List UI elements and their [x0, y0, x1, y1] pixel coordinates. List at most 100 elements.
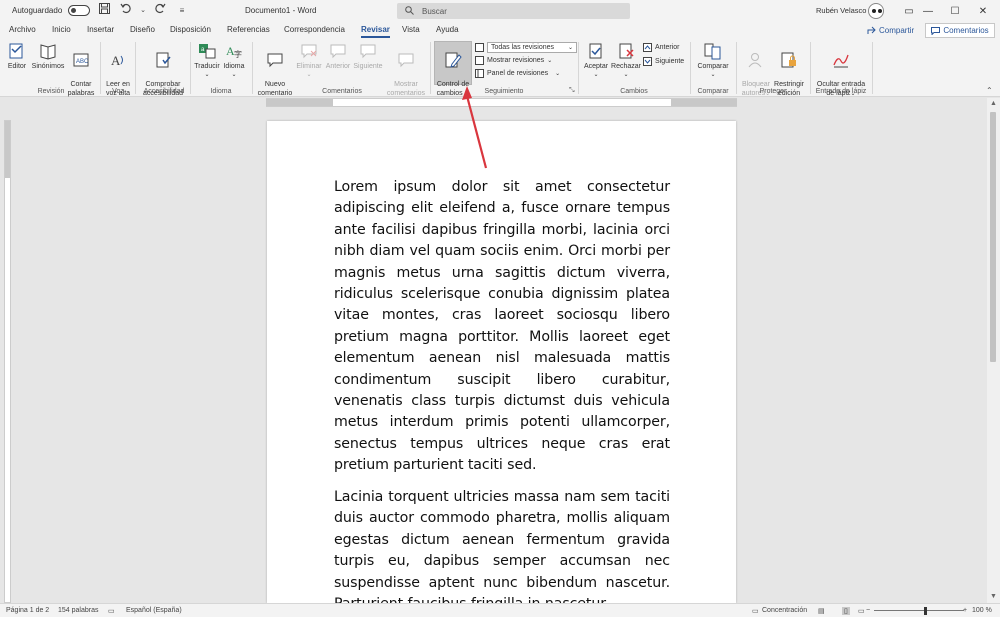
markup-select[interactable]: Todas las revisiones ⌄ — [487, 42, 577, 53]
print-layout-icon[interactable]: ▯ — [842, 607, 850, 615]
close-button[interactable]: ✕ — [968, 0, 998, 22]
document-paragraph[interactable]: Lorem ipsum dolor sit amet consectetur a… — [334, 177, 670, 477]
status-bar: Página 1 de 2 154 palabras ▭ Español (Es… — [0, 603, 1000, 617]
search-box[interactable]: Buscar — [397, 3, 630, 19]
delete-comment-icon — [301, 44, 317, 59]
separator — [252, 42, 253, 94]
compare-icon — [704, 43, 721, 60]
control-cambios-button[interactable]: Control de cambios ⌄ — [434, 41, 472, 97]
document-page[interactable]: Lorem ipsum dolor sit amet consectetur a… — [267, 121, 736, 603]
user-name[interactable]: Rubén Velasco — [816, 6, 866, 15]
page-count[interactable]: Página 1 de 2 — [6, 607, 49, 614]
share-button[interactable]: Compartir — [867, 24, 914, 37]
thesaurus-icon — [40, 44, 56, 60]
maximize-button[interactable]: ☐ — [940, 0, 970, 22]
language-status[interactable]: Español (España) — [126, 607, 182, 614]
autosave-toggle[interactable] — [68, 5, 91, 16]
separator — [736, 42, 737, 94]
web-layout-icon[interactable]: ▭ — [858, 607, 865, 615]
editor-button[interactable]: Editor — [5, 42, 29, 71]
seguimiento-launcher-icon[interactable]: ⤡ — [569, 87, 575, 95]
separator — [100, 42, 101, 94]
traducir-button[interactable]: a Traducir ⌄ — [194, 42, 220, 80]
right-margin-area — [671, 99, 737, 106]
siguiente-comentario-label: Siguiente — [353, 63, 383, 70]
panel-revisiones-button[interactable]: Panel de revisiones ⌄ — [475, 69, 560, 78]
scroll-down-icon[interactable]: ▼ — [987, 591, 1000, 603]
eliminar-label: Eliminar — [296, 63, 322, 70]
document-paragraph[interactable]: Lacinia torquent ultricies massa nam sem… — [334, 487, 670, 603]
collapse-ribbon-icon[interactable]: ⌃ — [986, 86, 993, 95]
markup-dropdown[interactable]: Todas las revisiones ⌄ — [475, 42, 577, 53]
vertical-scrollbar[interactable]: ▲ ▼ — [987, 98, 1000, 603]
previous-change-icon — [643, 43, 652, 52]
minimize-button[interactable]: — — [913, 0, 943, 22]
tab-diseno[interactable]: Diseño — [130, 25, 155, 34]
mostrar-revisiones-label: Mostrar revisiones — [487, 57, 545, 64]
zoom-slider-track[interactable] — [874, 610, 964, 611]
tab-disposicion[interactable]: Disposición — [170, 25, 211, 34]
markup-value: Todas las revisiones — [491, 44, 555, 51]
group-idioma-label: Idioma — [210, 88, 232, 95]
scroll-up-icon[interactable]: ▲ — [987, 98, 1000, 110]
save-icon[interactable] — [96, 3, 112, 17]
siguiente-cambio-button[interactable]: Siguiente — [643, 57, 684, 66]
tab-archivo[interactable]: Archivo — [9, 25, 36, 34]
focus-mode[interactable]: Concentración — [762, 607, 807, 614]
horizontal-ruler[interactable] — [266, 98, 737, 107]
sinonimos-button[interactable]: Sinónimos — [30, 42, 66, 71]
scroll-thumb[interactable] — [990, 112, 996, 362]
comment-icon — [931, 26, 941, 35]
search-placeholder: Buscar — [422, 6, 447, 16]
proofing-icon[interactable]: ▭ — [108, 607, 115, 615]
comments-button[interactable]: Comentarios — [925, 23, 995, 38]
comparar-button[interactable]: Comparar ⌄ — [694, 42, 732, 80]
svg-text:A: A — [111, 53, 121, 68]
tab-revisar[interactable]: Revisar — [361, 25, 390, 38]
focus-icon[interactable]: ▭ — [752, 607, 759, 615]
svg-text:字: 字 — [234, 49, 242, 59]
word-count[interactable]: 154 palabras — [58, 607, 98, 614]
tab-ayuda[interactable]: Ayuda — [436, 25, 459, 34]
tab-correspondencia[interactable]: Correspondencia — [284, 25, 345, 34]
tab-inicio[interactable]: Inicio — [52, 25, 71, 34]
vertical-ruler[interactable] — [4, 120, 11, 603]
anterior-label: Anterior — [655, 44, 680, 51]
reviewing-pane-icon — [475, 69, 484, 78]
read-mode-icon[interactable]: ▤ — [818, 607, 825, 615]
tab-insertar[interactable]: Insertar — [87, 25, 114, 34]
share-icon — [867, 26, 876, 34]
redo-icon[interactable] — [152, 3, 168, 17]
group-revision-label: Revisión — [37, 88, 65, 95]
zoom-out-icon[interactable]: − — [866, 607, 870, 614]
zoom-slider-thumb[interactable] — [924, 607, 927, 615]
comments-label: Comentarios — [943, 26, 989, 35]
next-comment-icon — [360, 44, 376, 59]
group-comentarios-label: Comentarios — [322, 88, 362, 95]
zoom-in-icon[interactable]: + — [963, 607, 967, 614]
undo-icon[interactable] — [118, 3, 134, 17]
markup-icon — [475, 43, 484, 52]
idioma-button[interactable]: A字 Idioma ⌄ — [221, 42, 247, 80]
reject-icon — [619, 43, 634, 59]
sinonimos-label: Sinónimos — [31, 63, 65, 70]
zoom-level[interactable]: 100 % — [972, 607, 992, 614]
restrict-editing-icon — [781, 52, 796, 68]
aceptar-button[interactable]: Aceptar ⌄ — [582, 42, 610, 80]
autosave-control[interactable]: Autoguardado — [12, 5, 91, 16]
tab-vista[interactable]: Vista — [402, 25, 420, 34]
tab-referencias[interactable]: Referencias — [227, 25, 270, 34]
anterior-comentario-button[interactable]: Anterior — [324, 42, 352, 71]
group-cambios-label: Cambios — [620, 88, 648, 95]
rechazar-button[interactable]: Rechazar ⌄ — [611, 42, 641, 80]
eliminar-comentario-button[interactable]: Eliminar ⌄ — [295, 42, 323, 80]
undo-dropdown-icon[interactable]: ⌄ — [140, 6, 146, 14]
separator — [690, 42, 691, 94]
anterior-comentario-label: Anterior — [325, 63, 351, 70]
anterior-cambio-button[interactable]: Anterior — [643, 43, 680, 52]
avatar[interactable] — [868, 3, 884, 19]
customize-qat-icon[interactable]: ≡ — [174, 6, 190, 15]
next-change-icon — [643, 57, 652, 66]
mostrar-revisiones-button[interactable]: Mostrar revisiones ⌄ — [475, 56, 552, 65]
siguiente-comentario-button[interactable]: Siguiente — [353, 42, 383, 71]
